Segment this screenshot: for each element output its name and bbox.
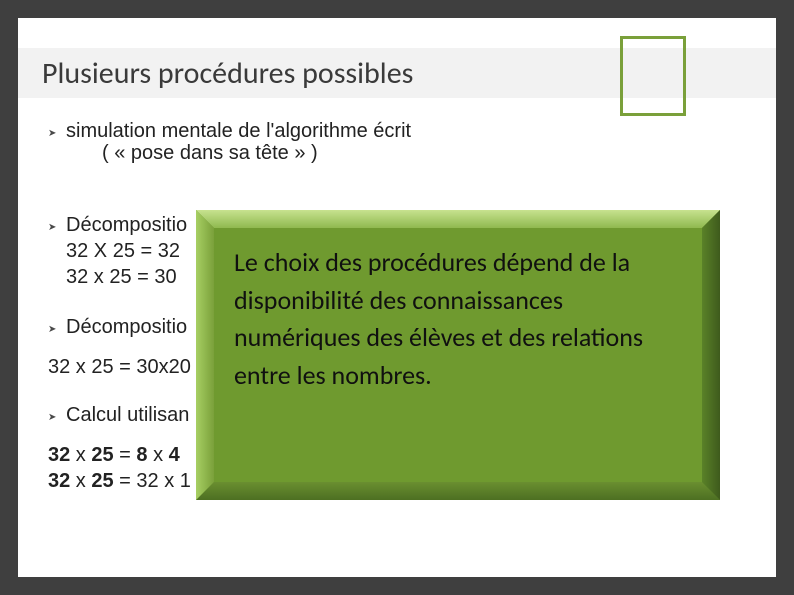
bullet-4-line1: Calcul utilisan [66, 402, 189, 428]
bullet-2-line1: Décompositio [66, 212, 187, 238]
bullet-4-line3: 32 x 25 = 32 x 1 [48, 468, 746, 494]
bullet-3-line2: 32 x 25 = 30x20 [48, 354, 746, 380]
chevron-icon: ➤ [48, 314, 66, 342]
bullet-3-line1: Décompositio [66, 314, 187, 340]
bullet-item-1: ➤ simulation mentale de l'algorithme écr… [48, 118, 746, 166]
bullet-item-3: ➤ Décompositio [48, 314, 746, 342]
bullet-2-line3: 32 x 25 = 30 [66, 264, 187, 290]
chevron-icon: ➤ [48, 212, 66, 240]
slide-title: Plusieurs procédures possibles [42, 55, 413, 92]
bullet-item-4: ➤ Calcul utilisan [48, 402, 746, 430]
chevron-icon: ➤ [48, 402, 66, 430]
body-content: ➤ simulation mentale de l'algorithme écr… [48, 118, 746, 557]
slide: Plusieurs procédures possibles ➤ simulat… [0, 0, 794, 595]
bullet-2-line2: 32 X 25 = 32 [66, 238, 187, 264]
chevron-icon: ➤ [48, 118, 66, 146]
bullet-item-2: ➤ Décompositio 32 X 25 = 32 32 x 25 = 30 [48, 212, 746, 290]
bullet-4-line2: 32 x 25 = 8 x 4 [48, 442, 746, 468]
accent-frame [620, 36, 686, 116]
